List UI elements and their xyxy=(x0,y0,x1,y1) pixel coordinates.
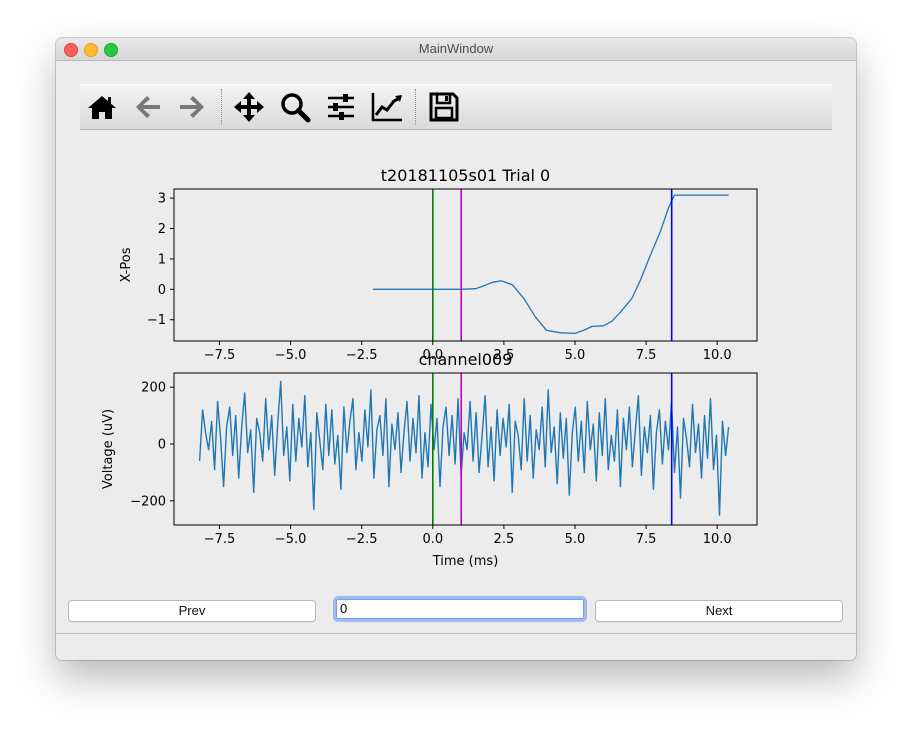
window-title: MainWindow xyxy=(418,41,494,56)
toolbar-separator xyxy=(415,89,416,125)
figure-svg: −7.5 −5.0 −2.5 0.0 2.5 5.0 7.5 10.0 −1 0 1 2 3 t20181… xyxy=(101,166,758,569)
x-tick-label: 10.0 xyxy=(703,532,732,547)
y-tick-label: −200 xyxy=(130,494,166,509)
x-tick-label: 5.0 xyxy=(565,348,586,363)
pan-button[interactable] xyxy=(231,89,267,125)
x-tick-label: 2.5 xyxy=(494,532,515,547)
x-tick-label: −2.5 xyxy=(346,532,378,547)
axes-frame xyxy=(173,188,758,342)
customize-icon xyxy=(371,93,402,122)
x-tick-label: −7.5 xyxy=(204,532,236,547)
save-button[interactable] xyxy=(426,89,462,125)
trial-number-input[interactable] xyxy=(333,596,587,622)
x-tick-label: 5.0 xyxy=(565,532,586,547)
x-tick-label: 0.0 xyxy=(422,532,443,547)
zoom-icon xyxy=(281,93,311,123)
x-tick-label: −7.5 xyxy=(204,348,236,363)
y-tick-label: −1 xyxy=(147,313,166,328)
x-tick-label: −5.0 xyxy=(275,348,307,363)
forward-button[interactable] xyxy=(174,89,210,125)
prev-button[interactable]: Prev xyxy=(68,600,316,622)
x-tick-label: −5.0 xyxy=(275,532,307,547)
axes-title: t20181105s01 Trial 0 xyxy=(381,166,550,185)
zoom-button[interactable] xyxy=(277,89,313,125)
axes-2: −7.5 −5.0 −2.5 0.0 2.5 5.0 7.5 10.0 −200 0 200 chan… xyxy=(101,350,758,569)
y-tick-label: 0 xyxy=(158,438,166,453)
y-tick-label: 2 xyxy=(158,222,166,237)
axes-1: −7.5 −5.0 −2.5 0.0 2.5 5.0 7.5 10.0−10123t20181… xyxy=(119,166,758,363)
axes-title: channel009 xyxy=(419,350,513,369)
save-icon xyxy=(429,92,459,122)
home-button[interactable] xyxy=(84,89,120,125)
customize-button[interactable] xyxy=(369,89,405,125)
subplots-button[interactable] xyxy=(323,89,359,125)
x-tick-label: 10.0 xyxy=(703,348,732,363)
x-tick-label: 7.5 xyxy=(636,348,657,363)
y-tick-label: 3 xyxy=(158,192,166,207)
y-tick-label: 1 xyxy=(158,252,166,267)
back-icon xyxy=(136,96,160,118)
series-line xyxy=(198,380,730,516)
x-axis-label: Time (ms) xyxy=(432,554,499,569)
main-window: MainWindow −7.5 −5.0 −2.5 0.0 2.5 5.0 7.… xyxy=(56,38,856,660)
subplots-icon xyxy=(328,94,354,120)
next-button[interactable]: Next xyxy=(595,600,843,622)
y-axis-label: X-Pos xyxy=(119,247,134,282)
home-icon xyxy=(88,96,116,119)
back-button[interactable] xyxy=(130,89,166,125)
y-tick-label: 200 xyxy=(141,381,166,396)
forward-icon xyxy=(180,96,204,118)
series-line xyxy=(373,194,729,335)
y-axis-label: Voltage (uV) xyxy=(101,409,116,489)
navigation-toolbar xyxy=(80,84,832,130)
x-tick-label: −2.5 xyxy=(346,348,378,363)
figure-canvas[interactable]: −7.5 −5.0 −2.5 0.0 2.5 5.0 7.5 10.0 −1 0 1 2 3 t20181… xyxy=(80,134,832,576)
status-bar xyxy=(56,633,856,660)
toolbar-separator xyxy=(221,89,222,125)
y-tick-label: 0 xyxy=(158,283,166,298)
pan-icon xyxy=(234,92,264,122)
title-bar: MainWindow xyxy=(56,38,856,61)
x-tick-label: 7.5 xyxy=(636,532,657,547)
